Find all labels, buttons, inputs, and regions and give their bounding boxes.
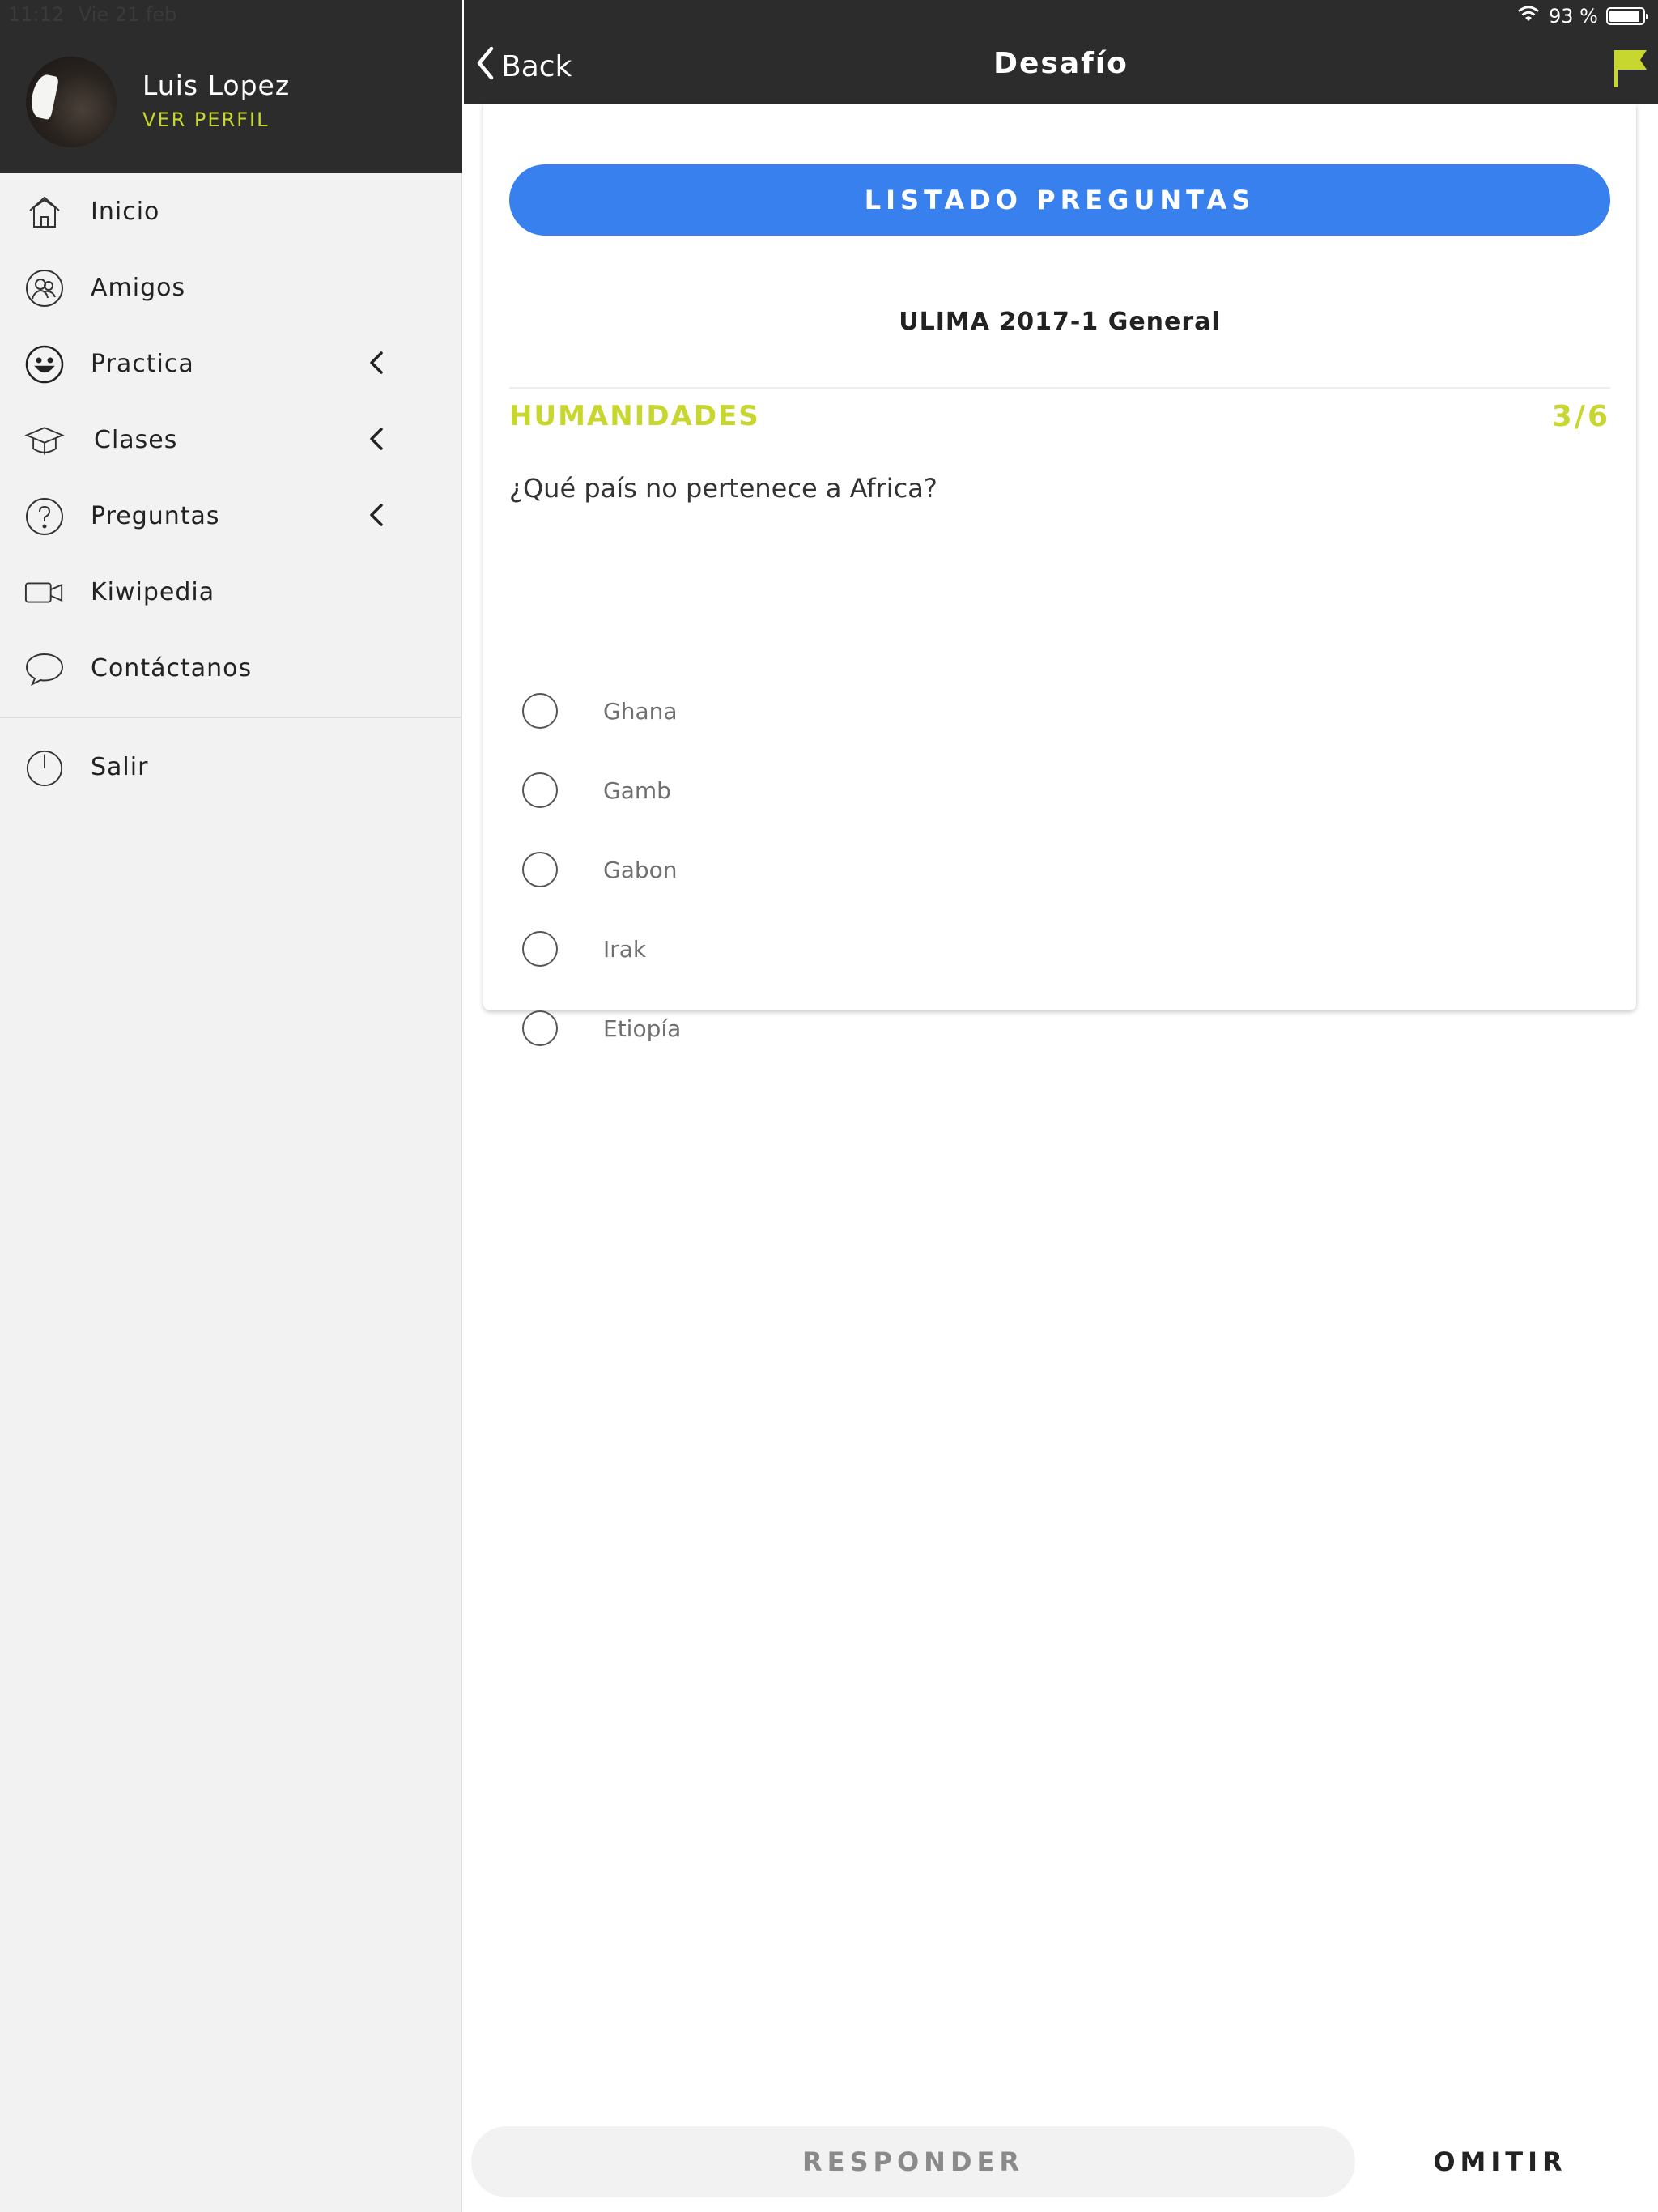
sidebar: 11:12 Vie 21 feb Luis Lopez VER PERFIL I… [0,0,462,2212]
answer-option-label: Etiopía [603,1015,682,1042]
status-time-date: 11:12 Vie 21 feb [8,3,176,26]
radio-button[interactable] [522,852,558,887]
question-icon [24,496,65,537]
respond-button[interactable]: RESPONDER [471,2126,1355,2197]
question-category: HUMANIDADES [509,400,760,432]
question-card: LISTADO PREGUNTAS ULIMA 2017-1 General H… [483,104,1636,1046]
sidebar-item-clases[interactable]: Clases [0,402,462,478]
answer-option-label: Gamb [603,776,671,804]
profile-name: Luis Lopez [142,70,291,101]
radio-button[interactable] [522,1010,558,1046]
radio-button[interactable] [522,693,558,729]
home-icon [24,192,65,232]
answer-option-label: Ghana [603,697,678,725]
flag-icon[interactable] [1613,47,1648,89]
question-counter: 3/6 [1551,400,1610,433]
question-list-button[interactable]: LISTADO PREGUNTAS [509,164,1610,236]
status-time: 11:12 [8,3,65,26]
sidebar-item-inicio[interactable]: Inicio [0,173,462,249]
chat-bubble-icon [24,649,65,689]
omit-button[interactable]: OMITIR [1391,2126,1609,2197]
page-title: Desafío [993,47,1129,80]
sidebar-exit-section: Salir [0,729,462,805]
sidebar-item-practica[interactable]: Practica [0,325,462,402]
status-date: Vie 21 feb [78,3,177,26]
answer-option[interactable]: Irak [522,925,646,973]
profile-header[interactable]: 11:12 Vie 21 feb Luis Lopez VER PERFIL [0,0,462,173]
chevron-left-icon[interactable] [363,348,392,377]
wifi-icon [1516,5,1541,28]
sidebar-item-amigos[interactable]: Amigos [0,249,462,325]
chevron-left-icon[interactable] [363,500,392,530]
sidebar-item-label: Salir [91,752,149,781]
chevron-left-icon[interactable] [363,424,392,453]
radio-button[interactable] [522,931,558,967]
top-bar: 93 % Back Desafío [464,0,1658,104]
radio-button[interactable] [522,772,558,808]
sidebar-item-kiwipedia[interactable]: Kiwipedia [0,554,462,630]
battery-percent: 93 % [1549,5,1598,28]
status-bar-right: 93 % [1516,5,1648,28]
avatar[interactable] [26,57,117,147]
sidebar-item-salir[interactable]: Salir [0,729,462,805]
friends-icon [24,268,65,308]
video-camera-icon [24,572,65,613]
sidebar-divider [0,717,462,718]
sidebar-item-label: Contáctanos [91,653,253,683]
sidebar-item-label: Kiwipedia [91,577,215,606]
sidebar-item-label: Clases [94,425,178,454]
sidebar-menu: Inicio Amigos Practica Clases Preguntas … [0,173,462,706]
sidebar-item-label: Preguntas [91,501,220,530]
card-divider [509,387,1610,389]
answer-option-label: Gabon [603,856,678,883]
answer-option[interactable]: Etiopía [522,1004,681,1053]
battery-level [1609,11,1640,22]
sidebar-item-label: Inicio [91,197,160,226]
view-profile-link[interactable]: VER PERFIL [142,108,269,131]
answer-option[interactable]: Gabon [522,845,678,894]
answer-option[interactable]: Gamb [522,766,671,815]
graduation-cap-icon [24,420,65,461]
power-icon [24,747,65,788]
answer-option[interactable]: Ghana [522,687,678,735]
sidebar-item-contactanos[interactable]: Contáctanos [0,630,462,706]
sidebar-item-preguntas[interactable]: Preguntas [0,478,462,554]
exam-title: ULIMA 2017-1 General [899,308,1221,336]
sidebar-item-label: Practica [91,349,194,378]
answer-option-label: Irak [603,935,647,963]
smiley-icon [24,344,65,385]
app-root: 11:12 Vie 21 feb Luis Lopez VER PERFIL I… [0,0,1658,2212]
sidebar-item-label: Amigos [91,273,186,302]
battery-icon [1606,7,1648,25]
question-text: ¿Qué país no pertenece a Africa? [509,473,937,504]
